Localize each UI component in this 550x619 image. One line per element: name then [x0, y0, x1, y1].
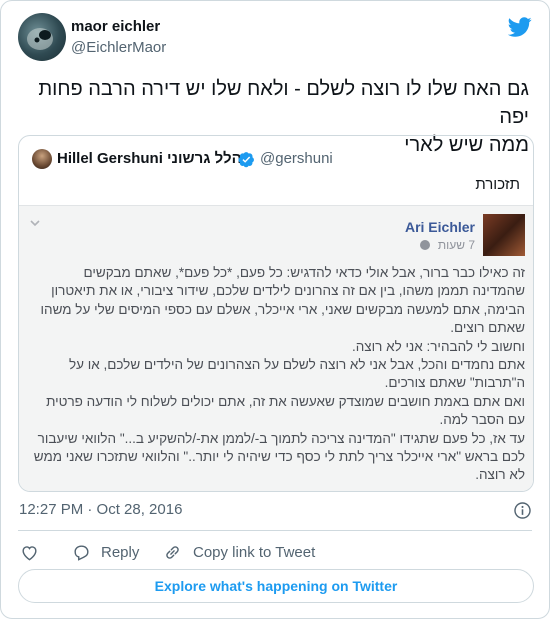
facebook-paragraph: ואם אתם באמת חושבים שמוצדק שאעשה את זה, … [46, 393, 525, 428]
facebook-post-body: זה כאילו כבר ברור, אבל אולי כדאי להדגיש:… [29, 264, 525, 485]
divider [18, 530, 532, 531]
author-avatar[interactable] [18, 13, 66, 61]
globe-icon [420, 240, 431, 250]
tweet-text-line-1: גם האח שלו לו רוצה לשלם - ולאח שלו יש די… [38, 78, 529, 128]
facebook-author-name: Ari Eichler [404, 219, 475, 235]
facebook-post-meta: 7 שעות [420, 238, 475, 252]
facebook-paragraph: עד אז, כל פעם שתגידו "המדינה צריכה לתמוך… [33, 430, 525, 483]
quoted-tweet-text: תזכורת [475, 176, 520, 193]
copy-link-label: Copy link to Tweet [193, 543, 316, 561]
quoted-author-avatar [32, 149, 52, 169]
verified-badge-icon [238, 152, 254, 168]
chevron-down-icon [30, 220, 40, 227]
tweet-card: maor eichler @EichlerMaor גם האח שלו לו … [0, 0, 550, 619]
facebook-paragraph: וחשוב לי להבהיר: אני לא רוצה. [351, 338, 525, 354]
quoted-tweet[interactable]: Hillel Gershuni הלל גרשוני @gershuni תזכ… [18, 135, 534, 492]
like-button[interactable] [20, 540, 39, 564]
author-handle[interactable]: @EichlerMaor [71, 39, 166, 56]
heart-icon [22, 545, 37, 560]
facebook-post-image: Ari Eichler 7 שעות זה כאילו כבר ברור, אב… [19, 205, 533, 491]
facebook-paragraph: זה כאילו כבר ברור, אבל אולי כדאי להדגיש:… [40, 265, 526, 336]
facebook-paragraph: אתם נחמדים והכל, אבל אני לא רוצה לשלם על… [68, 357, 525, 391]
facebook-author-avatar [483, 214, 525, 256]
author-name[interactable]: maor eichler [71, 18, 160, 35]
copy-link-button[interactable]: Copy link to Tweet [163, 540, 315, 564]
link-icon [166, 545, 179, 559]
facebook-post-time: 7 שעות [437, 238, 475, 252]
quoted-author-handle: @gershuni [260, 150, 333, 167]
explore-twitter-button[interactable]: Explore what's happening on Twitter [18, 569, 534, 603]
info-icon[interactable] [513, 501, 532, 520]
reply-button[interactable]: Reply [72, 540, 139, 564]
reply-label: Reply [101, 543, 140, 561]
twitter-bird-icon[interactable] [508, 15, 532, 39]
tweet-timestamp[interactable]: 12:27 PM · Oct 28, 2016 [19, 501, 182, 518]
reply-icon [74, 544, 89, 561]
quoted-author-name: Hillel Gershuni הלל גרשוני [57, 150, 242, 167]
